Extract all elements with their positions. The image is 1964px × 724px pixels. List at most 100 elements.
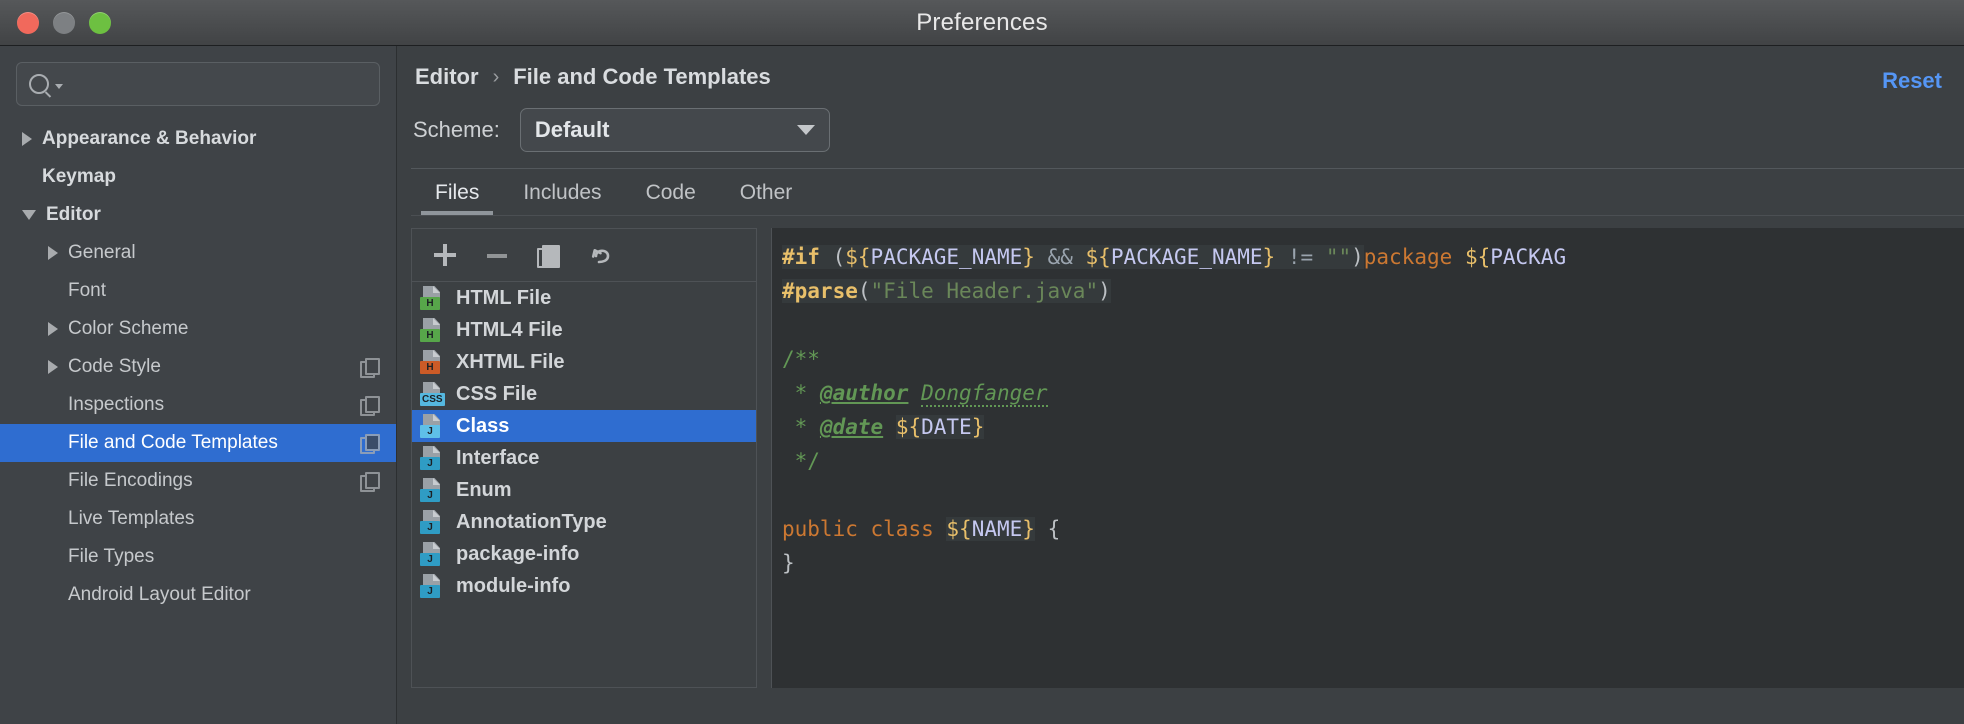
window-title: Preferences [916, 8, 1048, 36]
plus-icon[interactable] [432, 242, 458, 268]
chevron-down-icon [796, 125, 815, 135]
sidebar-item-android-layout-editor[interactable]: Android Layout Editor [0, 576, 396, 614]
sidebar-item-label: Appearance & Behavior [42, 128, 257, 149]
tab-files[interactable]: Files [413, 171, 501, 215]
copy-icon[interactable] [536, 242, 562, 268]
list-item[interactable]: Jmodule-info [412, 570, 756, 602]
sidebar-item-inspections[interactable]: Inspections [0, 386, 396, 424]
sidebar-item-live-templates[interactable]: Live Templates [0, 500, 396, 538]
search-icon [29, 74, 63, 94]
chevron-right-icon[interactable] [48, 322, 58, 336]
copy-settings-icon[interactable] [360, 358, 380, 378]
window-body: Appearance & Behavior Keymap Editor General… [0, 46, 1964, 724]
breadcrumb-separator-icon: › [492, 65, 500, 88]
tab-other[interactable]: Other [718, 171, 815, 215]
template-source[interactable]: #if (${PACKAGE_NAME} && ${PACKAGE_NAME} … [772, 228, 1964, 580]
minus-icon[interactable] [484, 242, 510, 268]
sidebar-item-file-encodings[interactable]: File Encodings [0, 462, 396, 500]
file-type-icon: H [420, 349, 446, 375]
list-item[interactable]: CSS CSS File [412, 378, 756, 410]
chevron-down-icon[interactable] [22, 210, 36, 220]
file-type-icon: J [420, 509, 446, 535]
template-list-panel: H HTML File H HTML4 File H XHTML File CSS CSS F… [411, 228, 757, 688]
list-item[interactable]: J Class [412, 410, 756, 442]
copy-settings-icon[interactable] [360, 396, 380, 416]
list-item[interactable]: H HTML File [412, 282, 756, 314]
copy-settings-icon[interactable] [360, 434, 380, 454]
list-item-label: XHTML File [456, 350, 565, 373]
sidebar-item-font[interactable]: Font [0, 272, 396, 310]
sidebar-item-keymap[interactable]: Keymap [0, 158, 396, 196]
sidebar-item-appearance-behavior[interactable]: Appearance & Behavior [0, 120, 396, 158]
list-item[interactable]: H HTML4 File [412, 314, 756, 346]
sidebar-item-label: Color Scheme [68, 318, 189, 339]
sidebar-item-label: Android Layout Editor [68, 584, 251, 605]
search-input[interactable] [63, 73, 367, 95]
settings-tree: Appearance & Behavior Keymap Editor General… [0, 120, 396, 614]
sidebar-item-editor[interactable]: Editor [0, 196, 396, 234]
sidebar-item-label: Code Style [68, 356, 161, 377]
main-panel: Editor › File and Code Templates Reset S… [397, 46, 1964, 724]
chevron-right-icon[interactable] [48, 246, 58, 260]
file-type-icon: J [420, 413, 446, 439]
sidebar-item-file-and-code-templates[interactable]: File and Code Templates [0, 424, 396, 462]
sidebar-item-label: File and Code Templates [68, 432, 278, 453]
template-list-toolbar [412, 229, 756, 282]
copy-settings-icon[interactable] [360, 472, 380, 492]
title-bar: Preferences [0, 0, 1964, 46]
sidebar-item-color-scheme[interactable]: Color Scheme [0, 310, 396, 348]
breadcrumb-parent[interactable]: Editor [415, 64, 479, 90]
list-item[interactable]: J Interface [412, 442, 756, 474]
tab-includes[interactable]: Includes [501, 171, 623, 215]
list-item-label: AnnotationType [456, 510, 607, 533]
file-type-icon: J [420, 477, 446, 503]
scheme-value: Default [534, 117, 610, 142]
sidebar-item-code-style[interactable]: Code Style [0, 348, 396, 386]
close-window-icon[interactable] [17, 11, 39, 34]
reset-button[interactable]: Reset [1882, 68, 1942, 94]
sidebar-item-label: Editor [46, 204, 101, 225]
template-editor[interactable]: #if (${PACKAGE_NAME} && ${PACKAGE_NAME} … [771, 228, 1964, 688]
scheme-label: Scheme: [413, 117, 500, 142]
undo-icon[interactable] [588, 242, 614, 268]
list-item-label: CSS File [456, 382, 538, 405]
file-type-icon: J [420, 445, 446, 471]
list-item-label: Enum [456, 478, 512, 501]
file-type-icon: H [420, 317, 446, 343]
tab-code[interactable]: Code [624, 171, 718, 215]
file-type-icon: CSS [420, 381, 446, 407]
minimize-window-icon[interactable] [53, 11, 75, 34]
traffic-lights [17, 0, 111, 45]
sidebar-item-label: Live Templates [68, 508, 195, 529]
breadcrumb: Editor › File and Code Templates [397, 46, 1964, 89]
file-type-icon: J [420, 541, 446, 567]
template-list: H HTML File H HTML4 File H XHTML File CSS CSS F… [412, 282, 756, 687]
breadcrumb-current: File and Code Templates [513, 64, 771, 89]
search-box[interactable] [16, 62, 380, 106]
sidebar-item-label: General [68, 242, 136, 263]
list-item[interactable]: H XHTML File [412, 346, 756, 378]
scheme-dropdown[interactable]: Default [519, 108, 830, 152]
sidebar-item-general[interactable]: General [0, 234, 396, 272]
zoom-window-icon[interactable] [89, 11, 111, 34]
chevron-right-icon[interactable] [22, 132, 32, 146]
scheme-row: Scheme: Default [397, 86, 1964, 152]
sidebar-item-label: Font [68, 280, 107, 301]
list-item[interactable]: Jpackage-info [412, 538, 756, 570]
list-item[interactable]: J Enum [412, 474, 756, 506]
chevron-right-icon[interactable] [48, 360, 58, 374]
template-tabs: Files Includes Code Other [397, 169, 1964, 215]
sidebar-item-file-types[interactable]: File Types [0, 538, 396, 576]
sidebar-item-label: Keymap [42, 166, 116, 187]
list-item-label: Interface [456, 446, 540, 469]
search-area [0, 46, 396, 106]
sidebar-item-label: File Encodings [68, 470, 193, 491]
templates-content: H HTML File H HTML4 File H XHTML File CSS CSS F… [397, 216, 1964, 688]
list-item[interactable]: J AnnotationType [412, 506, 756, 538]
file-type-icon: H [420, 285, 446, 311]
list-item-label: Class [456, 414, 510, 437]
list-item-label: package-info [456, 542, 580, 565]
preferences-window: Preferences Appearance & Behavior Keymap E… [0, 0, 1964, 724]
sidebar-item-label: File Types [68, 546, 155, 567]
file-type-icon: J [420, 573, 446, 599]
